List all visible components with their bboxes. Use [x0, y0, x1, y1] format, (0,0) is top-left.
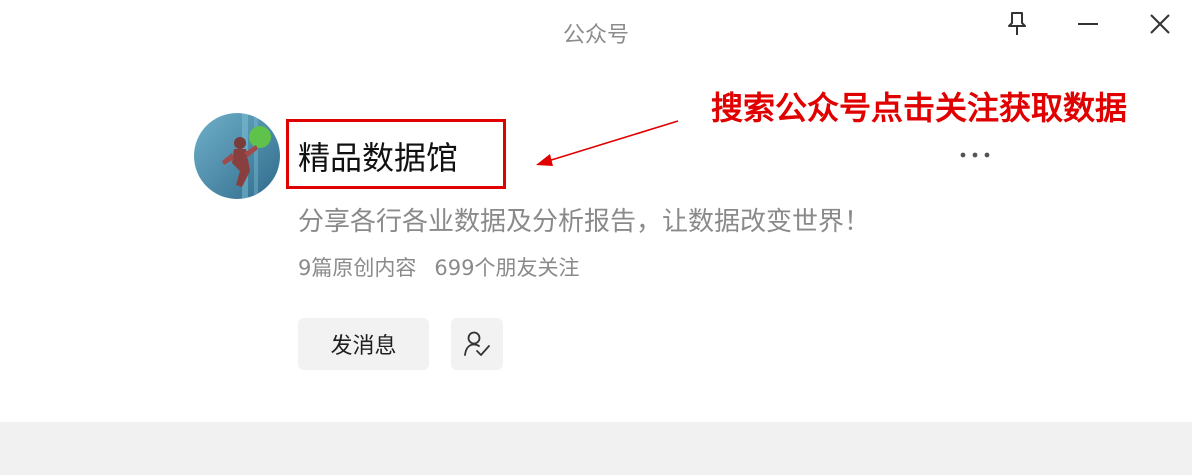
bottom-panel — [0, 422, 1192, 475]
annotation-arrow — [536, 120, 679, 166]
